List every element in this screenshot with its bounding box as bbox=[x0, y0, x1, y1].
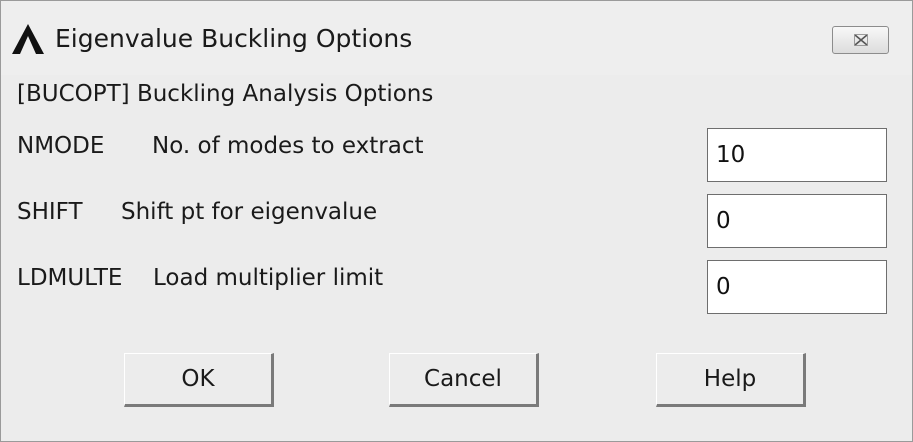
ldmulte-input[interactable]: 0 bbox=[707, 260, 887, 314]
ldmulte-label: LDMULTE Load multiplier limit bbox=[17, 261, 383, 295]
nmode-description: No. of modes to extract bbox=[152, 133, 424, 159]
close-button[interactable] bbox=[832, 26, 889, 54]
cancel-button[interactable]: Cancel bbox=[389, 353, 539, 407]
ldmulte-keyword: LDMULTE bbox=[17, 265, 123, 291]
close-icon bbox=[854, 34, 868, 46]
nmode-input[interactable]: 10 bbox=[707, 128, 887, 182]
help-button[interactable]: Help bbox=[656, 353, 806, 407]
shift-input[interactable]: 0 bbox=[707, 194, 887, 248]
ansys-logo-icon bbox=[12, 24, 44, 54]
window-title: Eigenvalue Buckling Options bbox=[55, 24, 413, 53]
title-bar[interactable]: Eigenvalue Buckling Options bbox=[1, 1, 912, 75]
nmode-keyword: NMODE bbox=[17, 133, 105, 159]
section-label: [BUCOPT] Buckling Analysis Options bbox=[17, 81, 434, 107]
ok-button[interactable]: OK bbox=[124, 353, 274, 407]
shift-description: Shift pt for eigenvalue bbox=[121, 199, 378, 225]
nmode-label: NMODE No. of modes to extract bbox=[17, 129, 424, 163]
shift-keyword: SHIFT bbox=[17, 199, 83, 225]
ldmulte-description: Load multiplier limit bbox=[153, 265, 384, 291]
buckling-options-dialog: Eigenvalue Buckling Options [BUCOPT] Buc… bbox=[0, 0, 913, 442]
shift-label: SHIFT Shift pt for eigenvalue bbox=[17, 195, 377, 229]
